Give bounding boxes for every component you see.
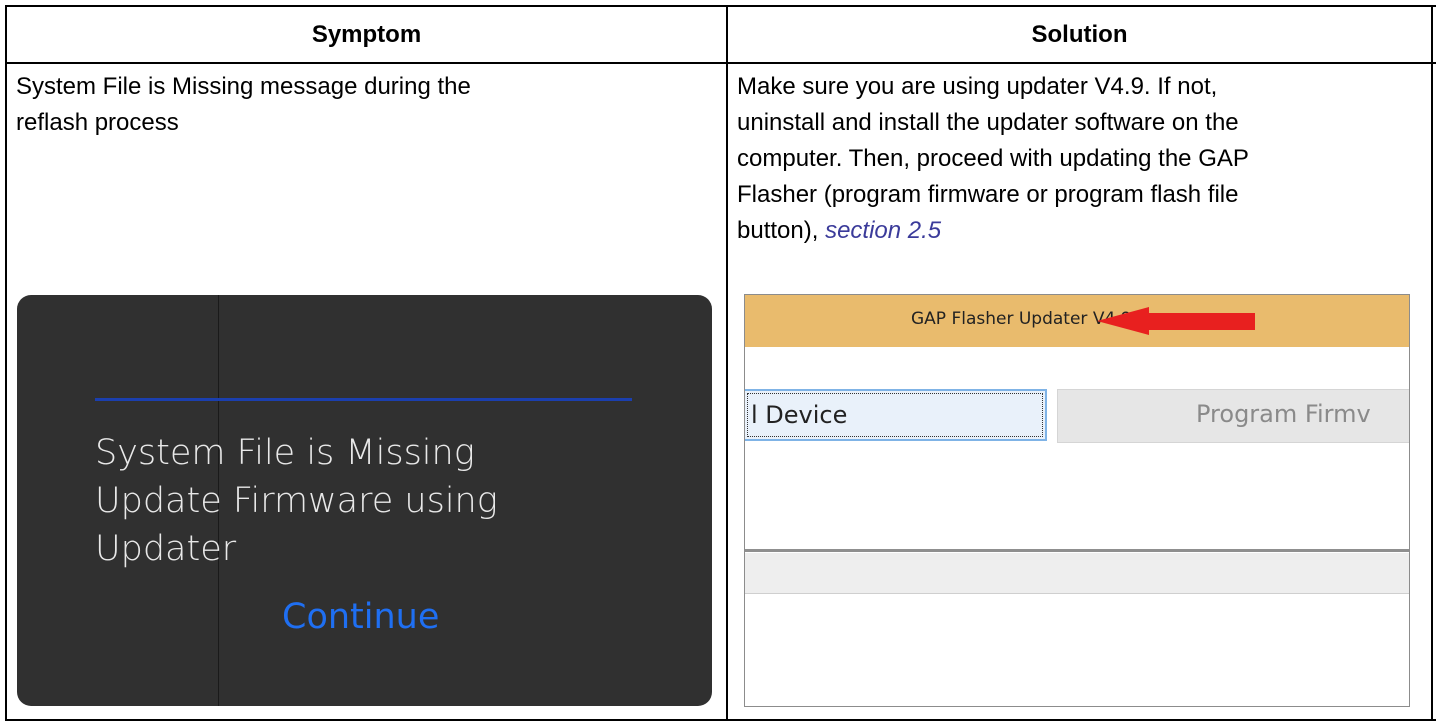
solution-line: computer. Then, proceed with updating th…	[737, 145, 1249, 172]
device-button[interactable]: l Device	[745, 389, 1047, 441]
updater-window-screenshot: GAP Flasher Updater V4.9 l Device Progra…	[744, 294, 1410, 707]
device-message-line: Update Firmware using	[95, 481, 498, 521]
device-message-line: Updater	[95, 529, 237, 569]
solution-line-last: button), section 2.5	[737, 213, 1249, 249]
arrow-left-icon	[1097, 307, 1255, 335]
device-button-label: l Device	[751, 401, 848, 429]
solution-line: Flasher (program firmware or program fla…	[737, 181, 1239, 208]
device-message-line: System File is Missing	[95, 433, 475, 473]
table-border-bottom	[5, 719, 1436, 721]
program-firmware-button[interactable]: Program Firmv	[1057, 389, 1409, 443]
table-border-right	[1431, 5, 1433, 721]
table-border-middle	[726, 5, 728, 721]
updater-title-bar: GAP Flasher Updater V4.9	[745, 295, 1409, 347]
solution-line: Make sure you are using updater V4.9. If…	[737, 73, 1218, 100]
table-border-top	[5, 5, 1436, 7]
header-solution: Solution	[1031, 21, 1128, 48]
symptom-text: System File is Missing message during th…	[16, 69, 471, 141]
device-screen-screenshot: System File is Missing Update Firmware u…	[17, 295, 712, 706]
solution-line: uninstall and install the updater softwa…	[737, 109, 1239, 136]
continue-button[interactable]: Continue	[282, 597, 439, 637]
separator-line	[745, 549, 1409, 552]
progress-bar-track	[745, 553, 1409, 594]
solution-line-prefix: button),	[737, 217, 826, 244]
symptom-line: System File is Missing message during th…	[16, 73, 471, 100]
table-border-left	[5, 5, 7, 721]
section-link[interactable]: section 2.5	[825, 217, 941, 244]
program-firmware-label: Program Firmv	[1196, 400, 1371, 428]
message-divider	[95, 398, 632, 401]
device-message: System File is Missing Update Firmware u…	[95, 429, 498, 573]
header-symptom: Symptom	[311, 21, 422, 48]
solution-text: Make sure you are using updater V4.9. If…	[737, 69, 1249, 249]
table-border-header	[5, 62, 1436, 64]
symptom-line: reflash process	[16, 109, 179, 136]
